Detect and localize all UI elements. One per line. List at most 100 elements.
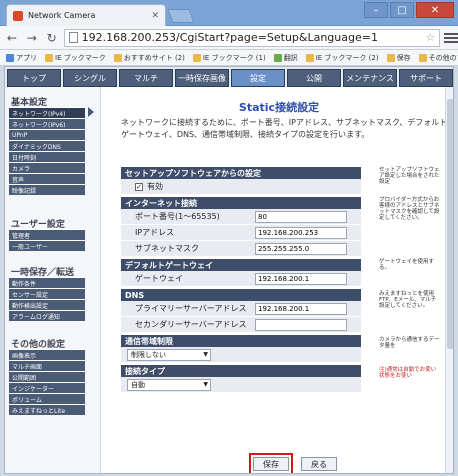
nav-multi[interactable]: マルチ: [119, 69, 173, 87]
new-tab-button[interactable]: [167, 9, 195, 23]
page-title: Static接続設定: [238, 101, 320, 114]
back-button[interactable]: 戻る: [301, 457, 337, 471]
row-mask: サブネットマスク: [121, 241, 361, 257]
enabled-checkbox[interactable]: ✓: [135, 182, 143, 191]
help-setup: セットアップソフトウェア設定した場合をされた設定: [379, 167, 440, 185]
section-dns: DNS: [121, 289, 361, 301]
sidebar-item-network-ipv6[interactable]: ネットワーク(IPv6): [9, 118, 85, 129]
bookmark-item[interactable]: アプリ: [6, 53, 37, 63]
row-connection-type: 自動 ▼: [121, 377, 361, 393]
bookmark-item[interactable]: IE ブックマーク (1): [192, 53, 266, 63]
section-setup-software: セットアップソフトウェアからの設定: [121, 167, 361, 179]
button-bar: 保存 戻る: [249, 453, 337, 473]
sidebar-item-ddns[interactable]: ダイナミックDNS: [9, 140, 85, 151]
ip-label: IPアドレス: [135, 228, 175, 237]
bookmarks-bar: アプリ IE ブックマーク おすすめサイト (2) IE ブックマーク (1) …: [0, 50, 458, 66]
page-description: ネットワークに接続するために、ポート番号、IPアドレス、サブネットマスク、デフォ…: [121, 118, 448, 139]
section-connection-type: 接続タイプ: [121, 365, 361, 377]
other-bookmarks[interactable]: その他のブックマーク: [418, 53, 458, 63]
scrollbar-thumb[interactable]: [447, 99, 453, 349]
bandwidth-value: 制限しない: [131, 350, 166, 359]
section-internet: インターネット接続: [121, 197, 361, 209]
folder-icon: [386, 53, 395, 62]
forward-arrow-icon[interactable]: →: [24, 30, 40, 46]
row-dns2: セカンダリーサーバーアドレス: [121, 317, 361, 333]
sidebar-item-upnp[interactable]: UPnP: [9, 129, 85, 140]
bookmark-item[interactable]: IE ブックマーク (2): [305, 53, 379, 63]
minimize-icon[interactable]: –: [364, 2, 388, 18]
mask-input[interactable]: [255, 242, 347, 255]
vertical-scrollbar[interactable]: [445, 87, 453, 473]
bookmark-star-icon[interactable]: ☆: [425, 31, 435, 44]
sidebar-item-multi-screen[interactable]: マルチ画面: [9, 360, 85, 371]
sidebar-item-conditions[interactable]: 動作条件: [9, 277, 85, 288]
sidebar-item-public-range[interactable]: 公開範囲: [9, 371, 85, 382]
sidebar-item-indicator[interactable]: インジケーター: [9, 382, 85, 393]
row-gateway: ゲートウェイ: [121, 271, 361, 287]
bookmark-item[interactable]: 翻訳: [273, 53, 298, 63]
sidebar-item-general-user[interactable]: 一般ユーザー: [9, 240, 85, 251]
section-gateway: デフォルトゲートウェイ: [121, 259, 361, 271]
help-bandwidth: カメラから通信するデータ量を: [379, 337, 440, 349]
nav-temp-images[interactable]: 一時保存画像: [175, 69, 229, 87]
sidebar-item-network-ipv4[interactable]: ネットワーク(IPv4): [9, 107, 85, 118]
title-bar: Network Camera ✕ – □ ✕: [0, 0, 458, 26]
bookmark-item[interactable]: IE ブックマーク: [45, 53, 106, 63]
bookmark-item[interactable]: 保存: [386, 53, 411, 63]
main-nav: トップ シングル マルチ 一時保存画像 設定 公開 メンテナンス サポート: [5, 67, 453, 87]
dropdown-arrow-icon: ▼: [203, 351, 208, 358]
sidebar-item-alarm-log[interactable]: アラームログ通知: [9, 310, 85, 321]
back-arrow-icon[interactable]: ←: [4, 30, 20, 46]
row-port: ポート番号(1〜65535): [121, 209, 361, 225]
url-text: 192.168.200.253/CgiStart?page=Setup&Lang…: [81, 31, 378, 44]
sidebar-item-sensor[interactable]: センサー設定: [9, 288, 85, 299]
browser-tab[interactable]: Network Camera ✕: [6, 4, 166, 26]
row-ip: IPアドレス: [121, 225, 361, 241]
connection-type-select[interactable]: 自動 ▼: [127, 378, 211, 391]
sidebar-item-recording[interactable]: 映像記録: [9, 184, 85, 195]
ip-input[interactable]: [255, 226, 347, 239]
dns2-label: セカンダリーサーバーアドレス: [135, 320, 247, 329]
nav-settings[interactable]: 設定: [231, 69, 285, 87]
row-enabled: ✓ 有効: [121, 179, 361, 195]
row-dns1: プライマリーサーバーアドレス: [121, 301, 361, 317]
reload-icon[interactable]: ↻: [44, 30, 60, 46]
sidebar-item-audio[interactable]: 音声: [9, 173, 85, 184]
help-dns: みえますねっとを使用 FTP、Eメール、マルチ設定してください。: [379, 291, 437, 309]
tab-close-icon[interactable]: ✕: [151, 11, 159, 21]
nav-single[interactable]: シングル: [63, 69, 117, 87]
tab-title: Network Camera: [28, 11, 96, 20]
bandwidth-select[interactable]: 制限しない ▼: [127, 348, 211, 361]
close-window-icon[interactable]: ✕: [416, 2, 454, 18]
apps-icon: [6, 53, 14, 62]
nav-top[interactable]: トップ: [7, 69, 61, 87]
selected-arrow-icon: [88, 107, 94, 117]
address-bar[interactable]: 192.168.200.253/CgiStart?page=Setup&Lang…: [63, 28, 441, 47]
sidebar-item-miemasu-lite[interactable]: みえますねっとLite: [9, 404, 85, 415]
folder-icon: [418, 53, 427, 62]
sidebar-item-datetime[interactable]: 日付時刻: [9, 151, 85, 162]
sidebar-item-motion[interactable]: 動作検出設定: [9, 299, 85, 310]
sidebar-item-camera[interactable]: カメラ: [9, 162, 85, 173]
nav-public[interactable]: 公開: [287, 69, 341, 87]
page-icon: [68, 32, 78, 43]
sidebar-item-display[interactable]: 画像表示: [9, 349, 85, 360]
save-button[interactable]: 保存: [249, 453, 293, 473]
sidebar-item-admin[interactable]: 管理者: [9, 229, 85, 240]
folder-icon: [192, 53, 201, 62]
sidebar-item-volume[interactable]: ボリューム: [9, 393, 85, 404]
help-gateway: ゲートウェイを使用する。: [379, 259, 435, 271]
camera-setup-page: トップ シングル マルチ 一時保存画像 設定 公開 メンテナンス サポート 基本…: [4, 66, 454, 474]
nav-support[interactable]: サポート: [399, 69, 453, 87]
dns2-input[interactable]: [255, 318, 347, 331]
nav-maintenance[interactable]: メンテナンス: [343, 69, 397, 87]
content-area: Static接続設定 ネットワークに接続するために、ポート番号、IPアドレス、サ…: [103, 87, 453, 473]
bookmark-item[interactable]: おすすめサイト (2): [113, 53, 185, 63]
window-controls: – □ ✕: [364, 2, 454, 18]
dns1-input[interactable]: [255, 302, 347, 315]
connection-type-value: 自動: [131, 380, 145, 389]
maximize-icon[interactable]: □: [390, 2, 414, 18]
gateway-input[interactable]: [255, 272, 347, 285]
port-input[interactable]: [255, 210, 347, 223]
menu-icon[interactable]: [444, 31, 458, 45]
